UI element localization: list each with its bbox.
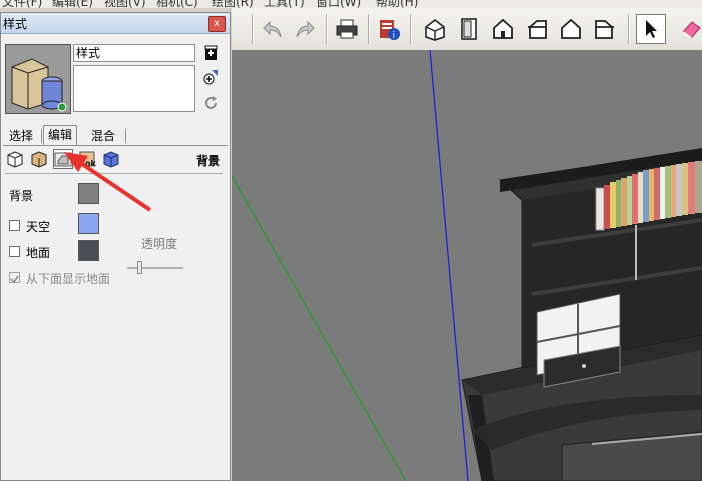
edit-category-icons: ok 背景 xyxy=(3,149,228,171)
ground-color-swatch[interactable] xyxy=(78,240,99,261)
back-view-icon[interactable] xyxy=(556,14,586,44)
print-icon[interactable] xyxy=(332,14,362,44)
redo-icon[interactable] xyxy=(290,14,320,44)
style-thumbnail xyxy=(5,44,71,114)
eraser-icon[interactable] xyxy=(676,14,702,44)
main-toolbar: i xyxy=(232,8,702,51)
menu-edit[interactable]: 编辑(E) xyxy=(52,0,93,8)
tab-mix[interactable]: 混合 xyxy=(87,127,119,145)
tab-select[interactable]: 选择 xyxy=(5,127,37,145)
top-view-icon[interactable] xyxy=(454,14,484,44)
face-settings-icon[interactable] xyxy=(29,149,49,169)
style-name-input[interactable]: 样式 xyxy=(73,44,195,62)
svg-text:ok: ok xyxy=(85,159,96,168)
styles-panel: 样式 x 样式 选择 编辑 混合 ok 背景 背景 天空 地面 透明度 从下面显… xyxy=(0,12,231,481)
background-color-swatch[interactable] xyxy=(78,183,99,204)
select-icon[interactable] xyxy=(636,14,666,44)
modeling-settings-icon[interactable] xyxy=(101,149,121,169)
toolbar-separator xyxy=(628,14,630,44)
toolbar-separator xyxy=(252,14,254,44)
background-settings-icon[interactable] xyxy=(53,149,73,169)
front-view-icon[interactable] xyxy=(488,14,518,44)
left-view-icon[interactable] xyxy=(590,14,620,44)
watermark-settings-icon[interactable]: ok xyxy=(77,149,97,169)
add-to-model-icon[interactable] xyxy=(203,69,219,85)
menu-help[interactable]: 帮助(H) xyxy=(376,0,418,8)
menu-bar: 文件(F) 编辑(E) 视图(V) 相机(C) 绘图(R) 工具(T) 窗口(W… xyxy=(0,0,702,8)
style-preview-icon xyxy=(6,45,70,113)
sky-label: 天空 xyxy=(26,220,51,234)
transparency-label: 透明度 xyxy=(141,237,178,251)
divider xyxy=(5,173,223,174)
green-axis xyxy=(232,175,407,481)
model-info-icon[interactable]: i xyxy=(374,14,404,44)
edge-settings-icon[interactable] xyxy=(5,149,25,169)
ground-label: 地面 xyxy=(26,246,51,260)
sky-color-swatch[interactable] xyxy=(78,213,99,234)
menu-view[interactable]: 视图(V) xyxy=(104,0,146,8)
menu-window[interactable]: 窗口(W) xyxy=(316,0,361,8)
toolbar-separator xyxy=(368,14,370,44)
update-style-icon[interactable] xyxy=(203,95,219,111)
panel-title: 样式 xyxy=(3,17,28,31)
tab-separator xyxy=(125,129,126,143)
tab-edit[interactable]: 编辑 xyxy=(43,125,78,145)
transparency-slider-handle[interactable] xyxy=(137,261,143,274)
show-ground-checkbox[interactable] xyxy=(9,272,20,284)
close-button[interactable]: x xyxy=(208,16,226,32)
toolbar-separator xyxy=(326,14,328,44)
transparency-slider[interactable] xyxy=(127,267,183,269)
toolbar-separator xyxy=(410,14,412,44)
menu-camera[interactable]: 相机(C) xyxy=(156,0,198,8)
menu-tools[interactable]: 工具(T) xyxy=(264,0,305,8)
tab-separator xyxy=(41,129,42,143)
show-ground-label: 从下面显示地面 xyxy=(26,272,111,286)
panel-titlebar[interactable]: 样式 x xyxy=(1,13,230,34)
svg-text:i: i xyxy=(393,31,396,41)
section-title: 背景 xyxy=(195,154,220,168)
panel-tabs: 选择 编辑 混合 xyxy=(3,125,228,146)
blue-axis xyxy=(429,50,469,481)
create-style-icon[interactable] xyxy=(203,45,219,61)
model-viewport[interactable] xyxy=(232,50,702,481)
undo-icon[interactable] xyxy=(258,14,288,44)
sky-checkbox[interactable] xyxy=(9,220,20,231)
menu-draw[interactable]: 绘图(R) xyxy=(212,0,254,8)
style-description-input[interactable] xyxy=(73,65,195,112)
right-view-icon[interactable] xyxy=(522,14,552,44)
iso-view-icon[interactable] xyxy=(420,14,450,44)
ground-checkbox[interactable] xyxy=(9,246,20,257)
check-icon xyxy=(10,275,19,284)
background-label: 背景 xyxy=(9,189,34,203)
menu-file[interactable]: 文件(F) xyxy=(2,0,42,8)
scene-drawing xyxy=(232,50,702,481)
